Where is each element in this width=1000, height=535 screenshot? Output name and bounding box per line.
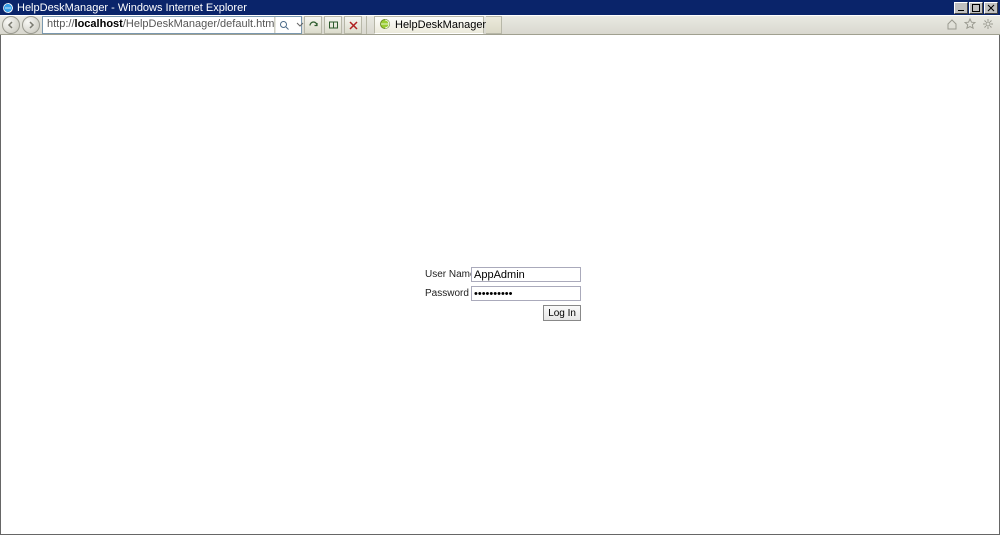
username-input[interactable] — [471, 267, 581, 282]
home-icon[interactable] — [946, 18, 958, 33]
page-content: User Name Password Log In — [0, 35, 1000, 535]
password-label: Password — [425, 288, 469, 299]
ie-logo-icon — [2, 2, 14, 14]
minimize-button[interactable] — [954, 2, 968, 14]
username-label: User Name — [425, 269, 469, 280]
new-tab-button[interactable] — [486, 16, 502, 34]
toolbar-right-icons — [946, 18, 998, 33]
url-host: localhost — [75, 18, 123, 30]
address-bar[interactable]: http://localhost/HelpDeskManager/default… — [42, 16, 302, 34]
favorites-icon[interactable] — [964, 18, 976, 33]
tab-separator — [366, 16, 370, 34]
login-button[interactable]: Log In — [543, 305, 581, 321]
tools-icon[interactable] — [982, 18, 994, 33]
back-button[interactable] — [2, 16, 20, 34]
forward-button[interactable] — [22, 16, 40, 34]
url-scheme: http:// — [47, 18, 75, 30]
refresh-button[interactable] — [304, 16, 322, 34]
compat-view-button[interactable] — [324, 16, 342, 34]
stop-button[interactable] — [344, 16, 362, 34]
tab-favicon — [379, 18, 391, 33]
tab-title: HelpDeskManager — [395, 19, 486, 31]
address-url[interactable]: http://localhost/HelpDeskManager/default… — [47, 18, 274, 32]
window-titlebar: HelpDeskManager - Windows Internet Explo… — [0, 0, 1000, 15]
password-input[interactable] — [471, 286, 581, 301]
maximize-button[interactable] — [969, 2, 983, 14]
browser-tab[interactable]: HelpDeskManager × — [374, 16, 484, 34]
address-bar-buttons — [274, 17, 307, 33]
search-button[interactable] — [275, 17, 293, 33]
window-title: HelpDeskManager - Windows Internet Explo… — [17, 2, 953, 14]
close-window-button[interactable] — [984, 2, 998, 14]
login-form: User Name Password Log In — [425, 267, 581, 321]
url-path: /HelpDeskManager/default.htm — [123, 18, 275, 30]
browser-toolbar: http://localhost/HelpDeskManager/default… — [0, 15, 1000, 35]
